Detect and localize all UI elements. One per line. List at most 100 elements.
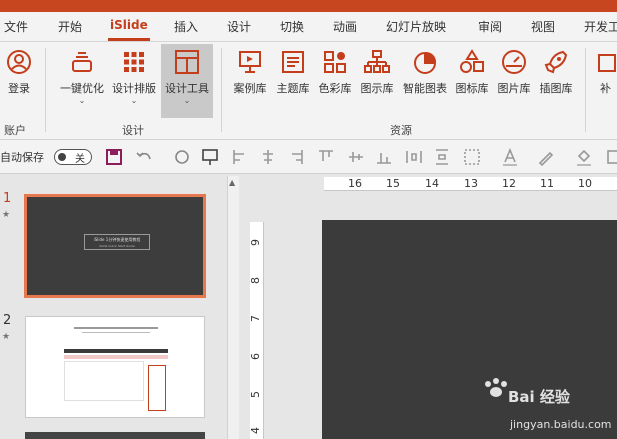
ruler-label: 8 [249,277,262,284]
title-bar [0,0,617,12]
slide-side-panel [148,365,166,411]
tab-view[interactable]: 视图 [531,18,555,35]
pie-chart-icon [410,46,440,78]
ruler-label: 15 [386,177,400,190]
distribute-vertical-icon[interactable] [432,147,452,167]
present-icon[interactable] [200,147,220,167]
illustration-library-label: 插图库 [539,82,573,95]
presentation-icon [235,46,265,78]
smart-chart-button[interactable]: 智能图表 [399,46,451,118]
watermark-brand: Bai 经验 [508,388,570,406]
design-tools-button[interactable]: 设计工具 ⌄ [161,44,213,118]
group-account-label: 账户 [4,124,26,137]
design-layout-button[interactable]: 设计排版 ⌄ [108,46,160,118]
ruler-label: 14 [425,177,439,190]
picture-library-label: 图片库 [497,82,531,95]
more-tools-icon[interactable] [606,147,617,167]
shapes-icon [457,46,487,78]
toggle-knob [58,153,66,161]
icon-library-label: 图标库 [455,82,489,95]
theme-library-button[interactable]: 主题库 [272,46,314,118]
slide-subheading-line [82,332,150,333]
org-chart-icon [362,46,392,78]
save-icon[interactable] [104,147,124,167]
horizontal-ruler: 16 15 14 13 12 11 10 [324,177,617,191]
diagram-library-button[interactable]: 图示库 [356,46,398,118]
star-icon: ★ [2,332,11,342]
tab-design[interactable]: 设计 [227,18,251,35]
ruler-label: 12 [502,177,516,190]
vertical-ruler: 9 8 7 6 5 4 [249,222,264,439]
tab-slideshow[interactable]: 幻灯片放映 [386,18,446,35]
palette-icon [320,46,350,78]
slide-number: 1 [3,191,12,206]
tab-review[interactable]: 审阅 [478,18,502,35]
slide-heading-line [74,327,158,329]
login-button[interactable]: 登录 [2,46,36,118]
case-library-label: 案例库 [233,82,267,95]
tab-file[interactable]: 文件 [4,18,28,35]
ruler-label: 6 [249,353,262,360]
dashboard-icon [499,46,529,78]
redo-icon[interactable] [172,147,192,167]
tab-developer[interactable]: 开发工 [584,18,617,35]
group-objects-icon[interactable] [462,147,482,167]
slide-title-box: iSlide 1分钟快速使用教程 iSlide Quick Start Guid… [84,234,150,250]
tab-islide[interactable]: iSlide [108,18,150,41]
quick-access-toolbar: 自动保存 关 [0,140,617,174]
grid-icon [119,46,149,78]
slide-thumbnail-3[interactable] [25,432,205,439]
align-middle-icon[interactable] [346,147,366,167]
fill-bucket-icon[interactable] [574,147,594,167]
distribute-horizontal-icon[interactable] [404,147,424,167]
group-separator [585,48,586,132]
group-separator [45,48,46,132]
ruler-label: 10 [578,177,592,190]
chevron-down-icon: ⌄ [183,96,191,105]
one-click-optimize-button[interactable]: 一键优化 ⌄ [56,46,108,118]
color-library-button[interactable]: 色彩库 [315,46,355,118]
align-center-icon[interactable] [258,147,278,167]
diagram-library-label: 图示库 [360,82,394,95]
align-right-icon[interactable] [286,147,306,167]
ruler-label: 5 [249,391,262,398]
align-left-icon[interactable] [230,147,250,167]
autosave-toggle[interactable]: 关 [54,149,92,165]
chevron-down-icon: ⌄ [78,96,86,105]
align-bottom-icon[interactable] [374,147,394,167]
login-label: 登录 [8,82,30,95]
theme-icon [278,46,308,78]
design-layout-label: 设计排版 [112,82,156,95]
tab-animations[interactable]: 动画 [333,18,357,35]
group-resources-label: 资源 [390,124,412,137]
layers-icon [67,46,97,78]
thumbnail-scrollbar[interactable]: ▲ [227,176,239,439]
layout-icon [172,46,202,78]
case-library-button[interactable]: 案例库 [229,46,271,118]
slide-toolbar-strip [64,349,168,353]
align-top-icon[interactable] [316,147,336,167]
tab-transitions[interactable]: 切换 [280,18,304,35]
font-color-icon[interactable] [500,147,520,167]
picture-library-button[interactable]: 图片库 [494,46,534,118]
star-icon: ★ [2,210,11,220]
scroll-up-icon[interactable]: ▲ [229,178,235,187]
slide-thumbnail-1[interactable]: iSlide 1分钟快速使用教程 iSlide Quick Start Guid… [24,194,206,298]
design-tools-label: 设计工具 [165,82,209,95]
pen-icon[interactable] [536,147,556,167]
tab-home[interactable]: 开始 [58,18,82,35]
ruler-label: 11 [540,177,554,190]
illustration-library-button[interactable]: 插图库 [535,46,577,118]
user-icon [4,46,34,78]
one-click-optimize-label: 一键优化 [60,82,104,95]
tab-insert[interactable]: 插入 [174,18,198,35]
more-button[interactable]: 补 [594,46,617,118]
icon-library-button[interactable]: 图标库 [452,46,492,118]
color-library-label: 色彩库 [318,82,352,95]
watermark-url: jingyan.baidu.com [510,418,612,431]
ruler-label: 13 [464,177,478,190]
autosave-label: 自动保存 [0,151,44,164]
undo-icon[interactable] [134,147,154,167]
slide-thumbnail-2[interactable] [25,316,205,418]
smart-chart-label: 智能图表 [403,82,447,95]
